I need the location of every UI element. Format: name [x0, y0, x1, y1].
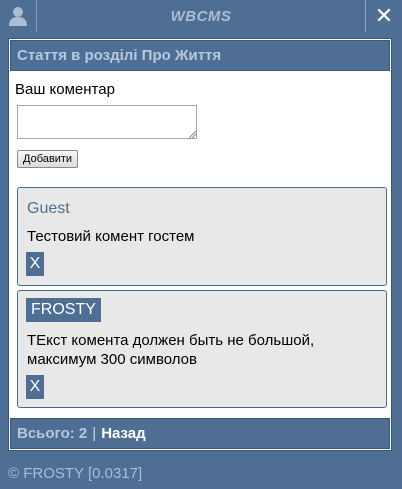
top-bar: WBCMS ✕ — [0, 0, 402, 33]
comment-item: Guest Тестовий комент гостем X — [17, 187, 387, 286]
total-count: Всього: 2 — [17, 425, 88, 442]
copyright-footer: © FROSTY [0.0317] — [8, 464, 143, 482]
user-icon — [9, 7, 27, 26]
comment-text: Тестовий комент гостем — [27, 228, 195, 245]
delete-comment-button[interactable]: X — [26, 375, 44, 399]
resize-grip-icon[interactable] — [189, 131, 196, 138]
back-link[interactable]: Назад — [101, 425, 145, 442]
comment-textarea[interactable] — [17, 105, 197, 139]
comment-item: FROSTY ТЕкст комента должен быть не боль… — [17, 290, 387, 408]
close-button[interactable]: ✕ — [365, 0, 402, 32]
user-button[interactable] — [0, 0, 37, 32]
delete-comment-button[interactable]: X — [26, 252, 44, 276]
comment-author-badge[interactable]: FROSTY — [26, 298, 101, 322]
panel-title: Стаття в розділі Про Життя — [10, 40, 390, 71]
comment-author: Guest — [27, 200, 70, 217]
comment-text: ТЕкст комента должен быть не большой, ма… — [27, 332, 315, 368]
panel-footer: Всього: 2 | Назад — [10, 418, 390, 449]
comments-panel: Стаття в розділі Про Життя Ваш коментар … — [8, 38, 392, 451]
brand-title: WBCMS — [170, 7, 232, 25]
separator: | — [92, 425, 97, 442]
add-comment-button[interactable]: Добавити — [17, 150, 79, 168]
comment-label: Ваш коментар — [15, 81, 115, 98]
close-icon: ✕ — [374, 3, 394, 28]
